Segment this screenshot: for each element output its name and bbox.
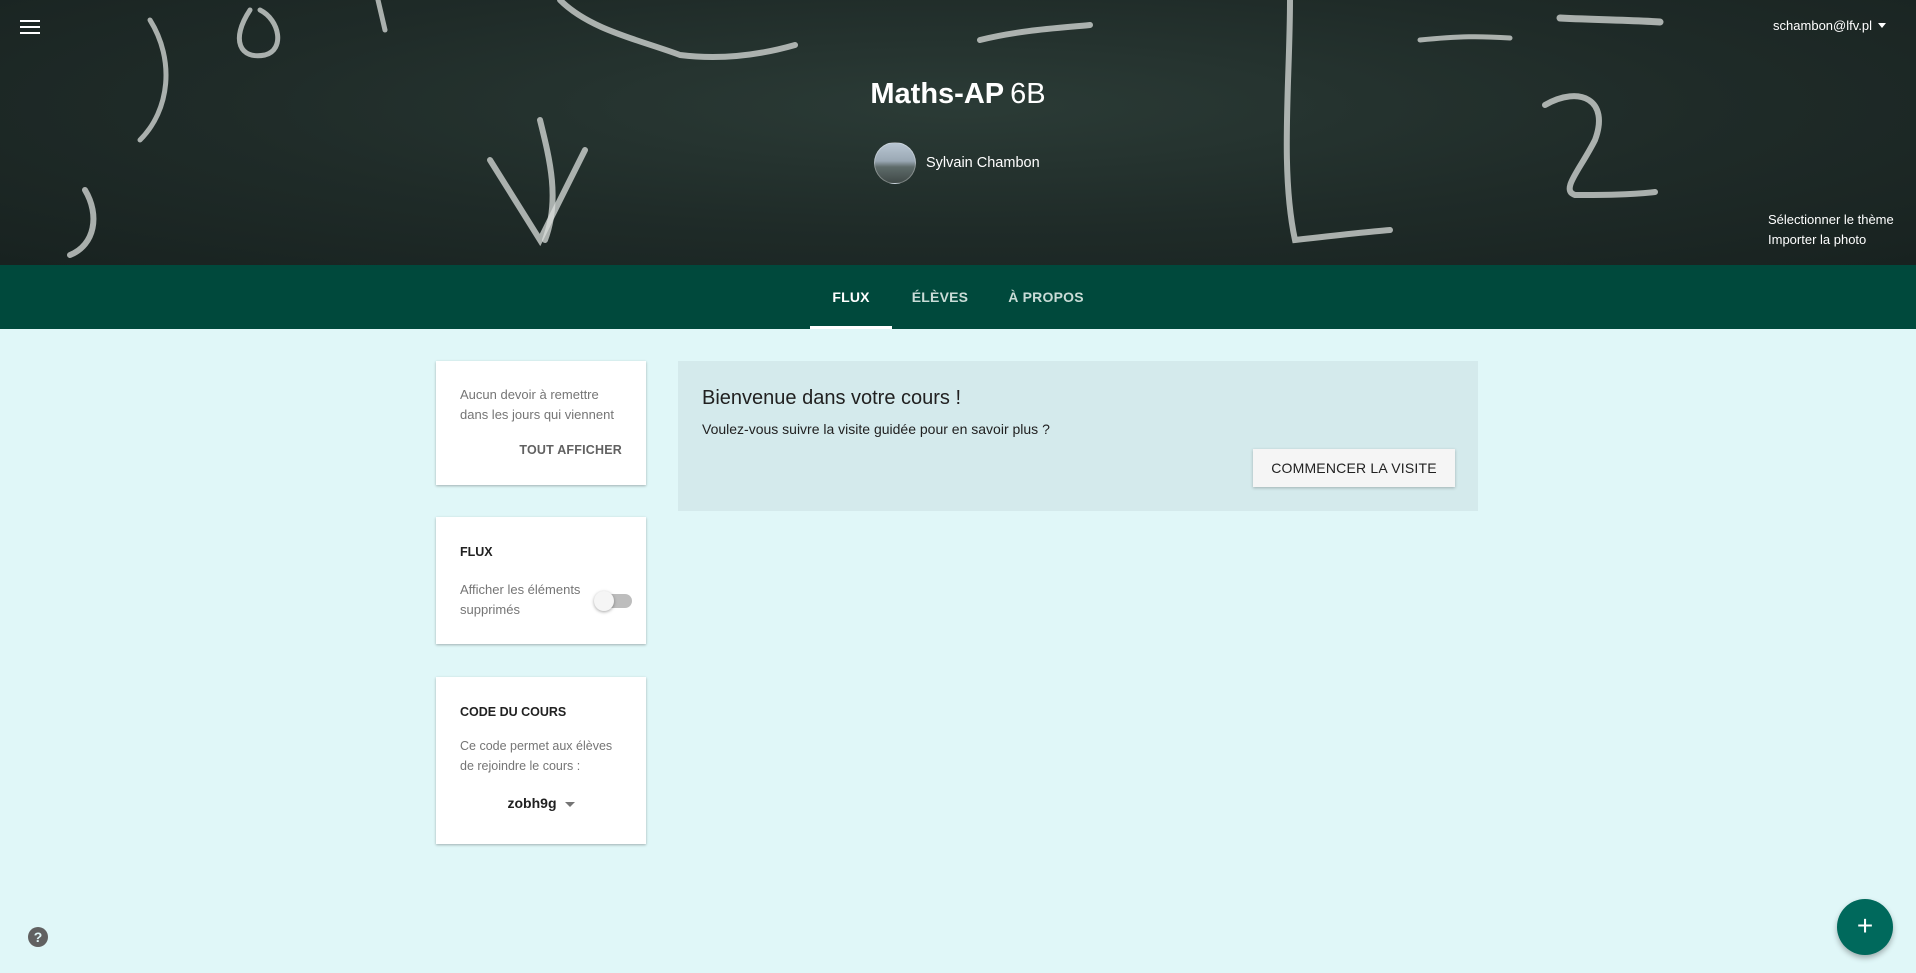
tab-eleves[interactable]: ÉLÈVES [905, 265, 975, 329]
upload-photo-link[interactable]: Importer la photo [1768, 230, 1894, 250]
account-menu[interactable]: schambon@lfv.pl [1773, 18, 1886, 33]
chevron-down-icon [1878, 23, 1886, 28]
avatar [874, 142, 916, 184]
course-section: 6B [1010, 78, 1046, 110]
tab-bar: FLUX ÉLÈVES À PROPOS [0, 265, 1916, 329]
main-menu-icon[interactable] [20, 16, 46, 38]
class-code-value: zobh9g [507, 795, 557, 811]
create-plus-icon[interactable]: + [1837, 899, 1893, 955]
select-theme-link[interactable]: Sélectionner le thème [1768, 210, 1894, 230]
course-banner: schambon@lfv.pl Maths-AP 6B Sylvain Chamb… [0, 0, 1916, 265]
stream-settings-card: FLUX Afficher les éléments supprimés [436, 517, 646, 644]
course-title: Maths-AP 6B [0, 78, 1916, 111]
welcome-title: Bienvenue dans votre cours ! [702, 387, 962, 409]
class-code-heading: CODE DU COURS [460, 705, 567, 719]
chevron-down-icon [564, 801, 575, 807]
stream-heading: FLUX [460, 545, 493, 559]
banner-actions: Sélectionner le thème Importer la photo [1768, 210, 1894, 250]
tab-a-propos[interactable]: À PROPOS [1004, 265, 1088, 329]
class-code-description: Ce code permet aux élèves de rejoindre l… [460, 739, 613, 773]
show-deleted-label: Afficher les éléments supprimés [460, 582, 581, 617]
class-code-card: CODE DU COURS Ce code permet aux élèves … [436, 677, 646, 844]
show-deleted-toggle[interactable] [594, 591, 632, 611]
chalkboard-background [67, 0, 1664, 258]
welcome-subtitle: Voulez-vous suivre la visite guidée pour… [702, 421, 1050, 437]
tab-flux[interactable]: FLUX [810, 265, 892, 329]
account-email: schambon@lfv.pl [1773, 18, 1872, 33]
view-all-button[interactable]: TOUT AFFICHER [519, 443, 622, 457]
course-name: Maths-AP [870, 78, 1005, 110]
upcoming-card: Aucun devoir à remettre dans les jours q… [436, 361, 646, 485]
upcoming-text: Aucun devoir à remettre dans les jours q… [460, 387, 614, 422]
teacher-name: Sylvain Chambon [926, 155, 1040, 171]
start-tour-button[interactable]: COMMENCER LA VISITE [1253, 449, 1455, 487]
welcome-panel: Bienvenue dans votre cours ! Voulez-vous… [678, 361, 1478, 511]
teacher-info: Sylvain Chambon [874, 142, 1040, 184]
class-code-selector[interactable]: zobh9g [436, 795, 646, 811]
help-icon[interactable]: ? [28, 927, 48, 947]
toggle-knob [594, 591, 614, 611]
